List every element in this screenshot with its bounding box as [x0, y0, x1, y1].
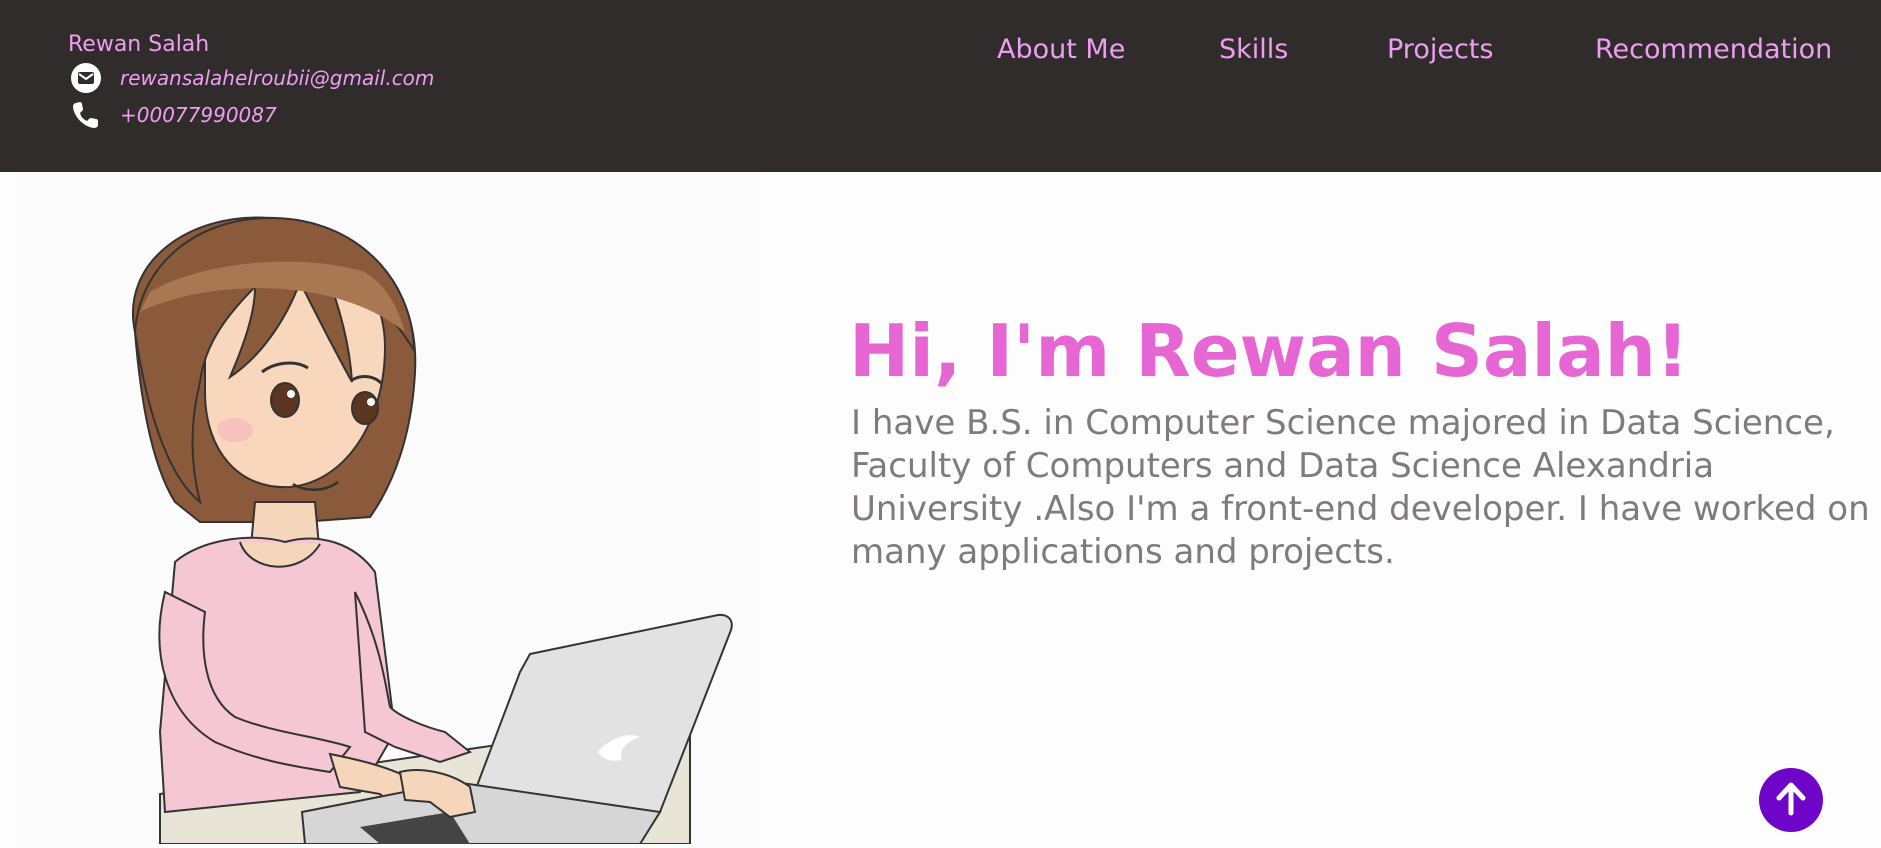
envelope-icon [70, 62, 102, 94]
email-contact: rewansalahelroubii@gmail.com [70, 62, 434, 94]
phone-number[interactable]: +00077990087 [120, 103, 277, 127]
site-header: Rewan Salah rewansalahelroubii@gmail.com… [0, 0, 1881, 172]
nav-link-recommendation[interactable]: Recommendation [1595, 28, 1832, 72]
hero-description: I have B.S. in Computer Science majored … [851, 403, 1870, 572]
phone-contact: +00077990087 [70, 99, 277, 131]
site-name: Rewan Salah [68, 32, 210, 57]
email-link[interactable]: rewansalahelroubii@gmail.com [120, 66, 434, 90]
arrow-up-icon [1771, 778, 1811, 822]
nav-link-skills[interactable]: Skills [1219, 28, 1288, 72]
scroll-to-top-button[interactable] [1759, 768, 1823, 832]
hero-illustration [0, 172, 760, 845]
nav-link-projects[interactable]: Projects [1387, 28, 1493, 72]
phone-icon [70, 99, 102, 131]
nav-link-about-me[interactable]: About Me [997, 28, 1125, 72]
hero-title: Hi, I'm Rewan Salah! [849, 309, 1689, 393]
